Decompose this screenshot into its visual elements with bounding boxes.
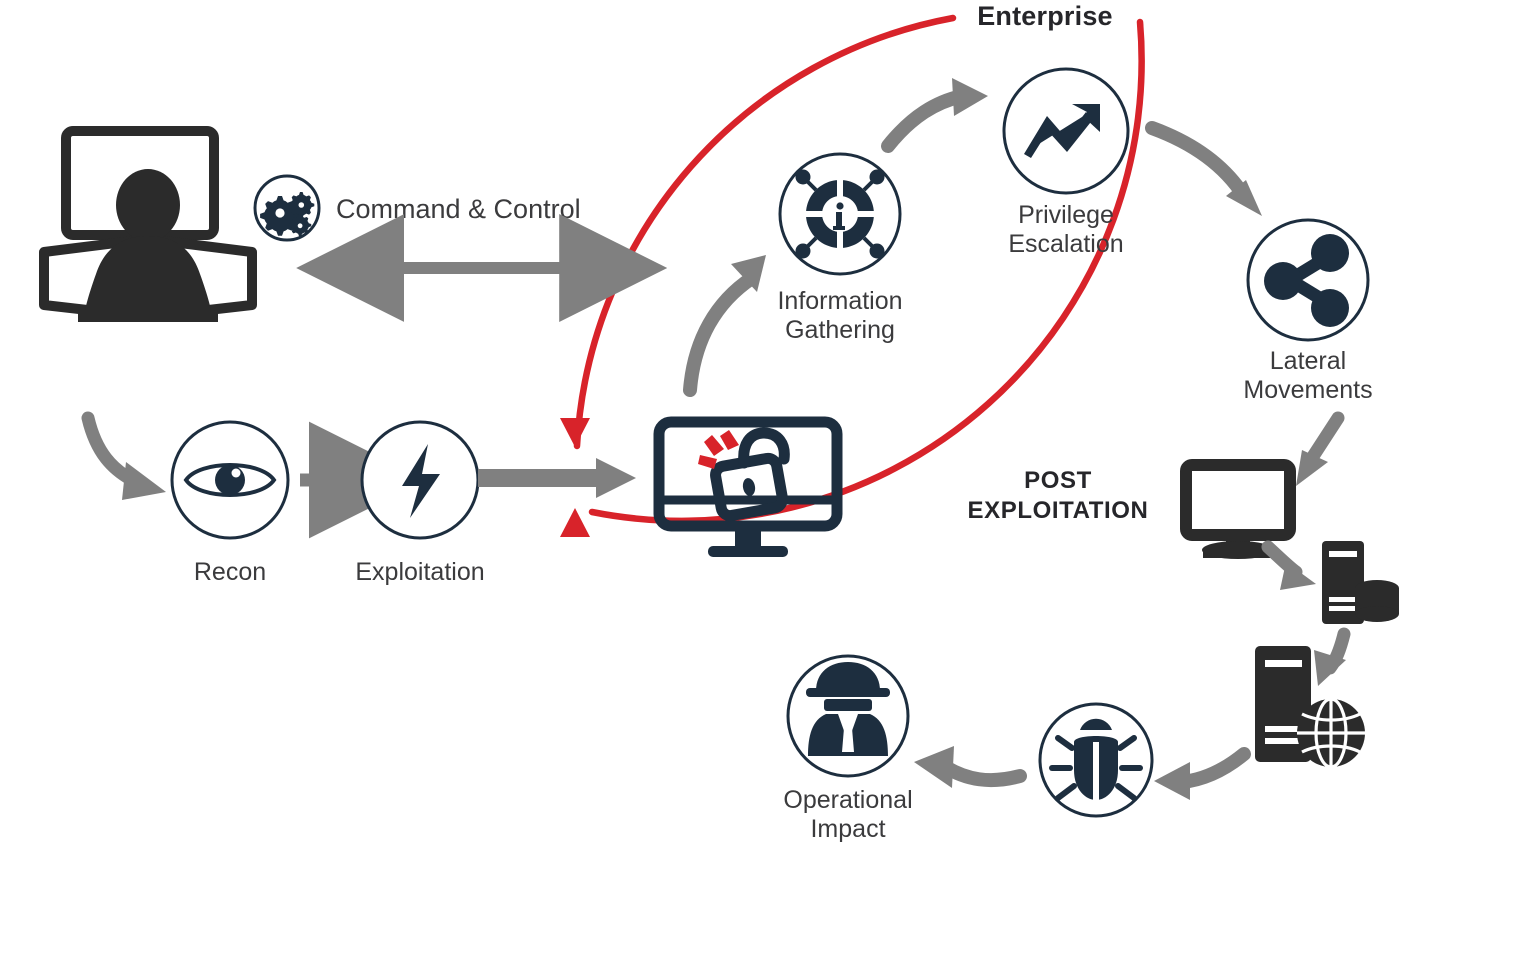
stage-lateral-movements-label-line1: Lateral [1270, 347, 1346, 375]
stage-operational-impact-label-line2: Impact [810, 815, 885, 843]
enterprise-label: Enterprise [977, 1, 1113, 31]
arrow-webserver-to-bug [1154, 747, 1251, 800]
stage-privilege-escalation[interactable] [1002, 67, 1130, 195]
arrow-privesc-to-lateral [1145, 121, 1262, 216]
stage-exploitation[interactable] [360, 420, 480, 540]
arrow-exploitation-to-host [478, 458, 636, 498]
attack-lifecycle-diagram: Enterprise Command & Control Recon Explo… [0, 0, 1536, 956]
stage-lateral-movements[interactable] [1246, 218, 1370, 342]
diagram-canvas: Enterprise Command & Control Recon Explo… [39, 1, 1399, 843]
compromised-host-icon[interactable] [653, 416, 843, 557]
breach-arrowhead-up-icon [560, 508, 590, 537]
command-control-badge [253, 174, 321, 242]
arrow-lateral-to-workstation [1296, 411, 1345, 486]
stage-operational-impact[interactable] [786, 654, 910, 778]
info-target-network-icon [795, 169, 885, 259]
stage-information-gathering[interactable] [778, 152, 902, 276]
arrow-workstation-to-db [1261, 540, 1316, 590]
globe-icon [1297, 697, 1365, 769]
stage-information-gathering-label-line2: Gathering [785, 316, 895, 344]
stage-malware-bug[interactable] [1038, 702, 1154, 818]
stage-recon[interactable] [170, 420, 290, 540]
stage-privilege-escalation-label-line2: Escalation [1008, 230, 1123, 258]
stage-operational-impact-label-line1: Operational [783, 786, 912, 814]
arrow-infogathering-to-privesc [881, 78, 988, 153]
attacker-workstation-icon [39, 126, 257, 322]
stage-privilege-escalation-label-line1: Privilege [1018, 201, 1114, 229]
stage-lateral-movements-label-line2: Movements [1243, 376, 1372, 404]
arrow-db-to-webserver [1314, 627, 1351, 686]
post-exploitation-label-line1: POST [1024, 467, 1092, 494]
post-exploitation-label-line2: EXPLOITATION [968, 497, 1149, 524]
command-control-label: Command & Control [336, 194, 581, 224]
eye-pupil-icon [215, 465, 245, 495]
stage-information-gathering-label-line1: Information [777, 287, 902, 315]
stage-recon-label: Recon [194, 558, 266, 586]
arrow-bug-to-operational-impact [914, 746, 1027, 788]
entry-arrow-to-recon [81, 411, 166, 500]
asset-web-server-icon [1255, 646, 1365, 769]
stage-exploitation-label: Exploitation [355, 558, 484, 586]
arrow-host-to-information-gathering [683, 255, 766, 397]
breach-arrowhead-down-icon [560, 418, 590, 447]
asset-database-server-icon [1322, 541, 1399, 624]
